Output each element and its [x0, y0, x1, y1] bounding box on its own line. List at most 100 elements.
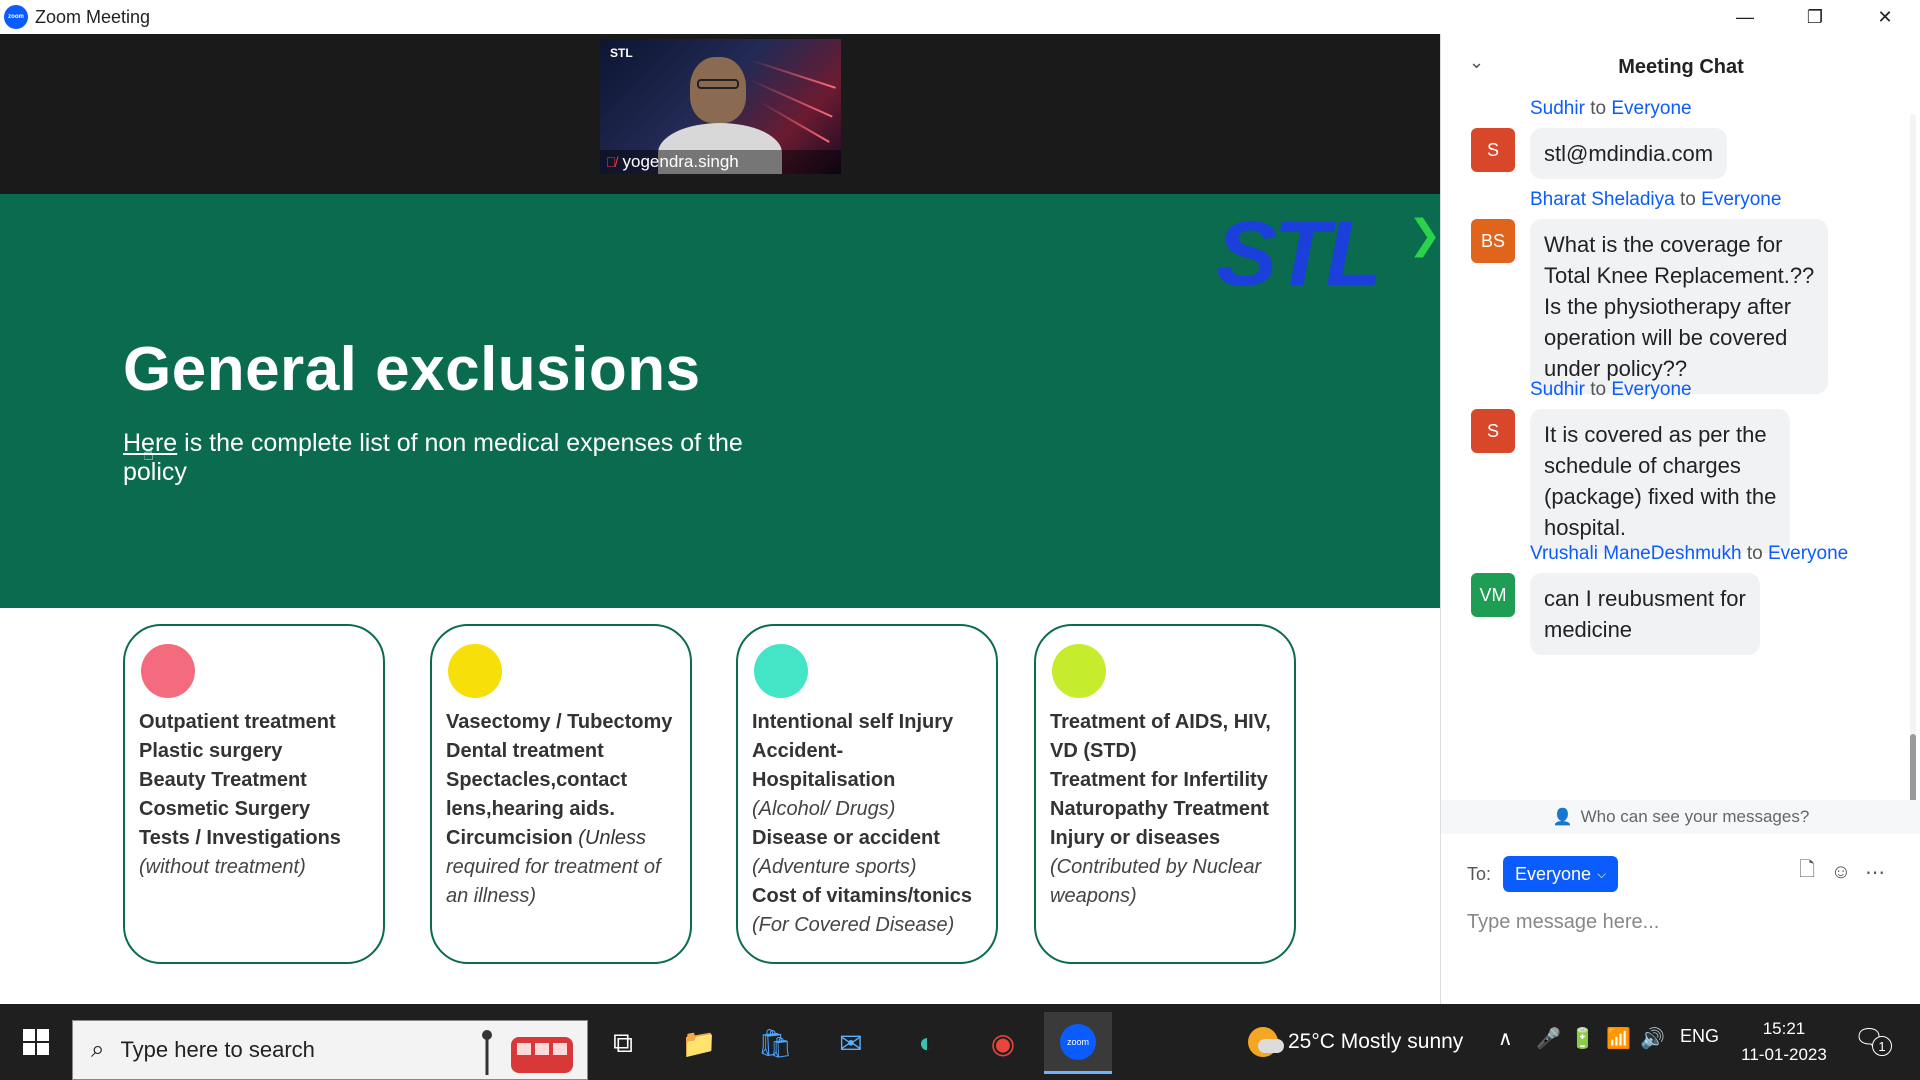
exclusion-cards: Outpatient treatment Plastic surgery Beaut… [0, 624, 1440, 964]
taskbar-search[interactable]: ⌕ [72, 1020, 588, 1080]
card-line: (Alcohol/ Drugs) [752, 798, 896, 820]
chevron-down-icon: ⌵ [1597, 866, 1607, 881]
sender-name[interactable]: Vrushali ManeDeshmukh [1530, 543, 1742, 564]
message-text: Is the physiotherapy after [1544, 294, 1792, 319]
card-line: Beauty Treatment [139, 769, 307, 791]
wifi-icon[interactable]: 📶 [1606, 1026, 1631, 1051]
sender-name[interactable]: Sudhir [1530, 98, 1585, 119]
window-titlebar: zoom Zoom Meeting — ❐ ✕ [0, 0, 1920, 34]
recipient-dropdown[interactable]: Everyone ⌵ [1503, 856, 1619, 892]
who-can-see-link[interactable]: 👤 Who can see your messages? [1441, 800, 1920, 834]
start-button[interactable] [0, 1004, 72, 1080]
chat-scrollbar[interactable] [1910, 114, 1916, 834]
minimize-button[interactable]: — [1710, 0, 1780, 34]
chrome-icon[interactable]: ◉ [972, 1012, 1034, 1074]
avatar[interactable]: S [1471, 128, 1515, 172]
participant-name: yogendra.singh [622, 152, 739, 171]
message-bubble[interactable]: stl@mdindia.com [1530, 128, 1728, 179]
card-dot [448, 644, 502, 698]
window-controls: — ❐ ✕ [1710, 0, 1920, 34]
meeting-area: STL 🎙̸ yogendra.singh STL ❯ General excl… [0, 34, 1442, 1004]
card-line: Tests / Investigations [139, 827, 341, 849]
message-bubble[interactable]: It is covered as per the schedule of char… [1530, 409, 1791, 553]
recipient-name[interactable]: Everyone [1611, 379, 1691, 400]
chevron-up-icon[interactable]: ∧ [1498, 1026, 1513, 1051]
file-explorer-icon[interactable]: 📁 [668, 1012, 730, 1074]
participant-name-bar: 🎙̸ yogendra.singh [600, 150, 841, 174]
mail-icon[interactable]: ✉ [820, 1012, 882, 1074]
restore-button[interactable]: ❐ [1780, 0, 1850, 34]
edge-icon[interactable]: ◐ [896, 1012, 958, 1074]
card-line: lens,hearing aids. [446, 798, 615, 820]
clock-date: 11-01-2023 [1741, 1045, 1827, 1064]
taskbar-search-input[interactable] [120, 1037, 421, 1063]
video-strip: STL 🎙̸ yogendra.singh [0, 34, 1440, 194]
message-text: hospital. [1544, 515, 1626, 540]
message-text: can I reubusment for [1544, 586, 1746, 611]
avatar[interactable]: BS [1471, 219, 1515, 263]
more-icon[interactable]: ⋯ [1863, 860, 1887, 884]
hand-cursor-icon: ☝ [143, 444, 154, 464]
notification-count: 1 [1872, 1036, 1892, 1056]
message-text: schedule of charges [1544, 453, 1741, 478]
sender-name[interactable]: Bharat Sheladiya [1530, 189, 1675, 210]
card-line: Injury or diseases [1050, 827, 1221, 849]
recipient-name[interactable]: Everyone [1701, 189, 1781, 210]
weather-widget[interactable]: 25°C Mostly sunny [1248, 1016, 1463, 1068]
close-button[interactable]: ✕ [1850, 0, 1920, 34]
card-line: (Adventure sports) [752, 856, 917, 878]
message-bubble[interactable]: can I reubusment for medicine [1530, 573, 1760, 655]
task-view-icon[interactable]: ⧉ [592, 1012, 654, 1074]
recipient-name[interactable]: Everyone [1768, 543, 1848, 564]
battery-icon[interactable]: 🔋 [1570, 1026, 1595, 1051]
card-line: an illness) [446, 885, 537, 907]
file-icon[interactable]: 🗋 [1795, 859, 1819, 884]
card-line: Cost of vitamins/tonics [752, 885, 973, 907]
card-line: Outpatient treatment [139, 711, 336, 733]
mic-muted-icon: 🎙̸ [606, 154, 617, 170]
slide-subtitle: Here is the complete list of non medical… [123, 429, 783, 487]
recipient-row: To: Everyone ⌵ 🗋 ☺ ⋯ [1441, 854, 1920, 892]
card-line: Dental treatment [446, 740, 604, 762]
sender-name[interactable]: Sudhir [1530, 379, 1585, 400]
language-indicator[interactable]: ENG [1680, 1026, 1719, 1047]
card-line: Treatment of AIDS, HIV, [1050, 711, 1271, 733]
window-title: Zoom Meeting [35, 6, 151, 27]
to-label: To: [1467, 864, 1492, 884]
message-sender-line: Bharat Sheladiya to Everyone [1530, 189, 1782, 210]
message-text: stl@mdindia.com [1544, 141, 1714, 166]
shared-slide: STL ❯ General exclusions Here is the com… [0, 194, 1442, 1004]
microphone-icon[interactable]: 🎤 [1536, 1026, 1561, 1051]
chat-header: ⌄ Meeting Chat [1441, 34, 1920, 104]
zoom-icon[interactable]: zoom [1044, 1012, 1112, 1074]
message-sender-line: Sudhir to Everyone [1530, 379, 1692, 400]
recipient-name[interactable]: Everyone [1611, 98, 1691, 119]
person-lock-icon: 👤 [1552, 809, 1573, 826]
message-text: medicine [1544, 617, 1633, 642]
avatar[interactable]: VM [1471, 573, 1515, 617]
message-text: It is covered as per the [1544, 422, 1767, 447]
microsoft-store-icon[interactable]: 🛍 [744, 1012, 806, 1074]
partly-sunny-icon [1248, 1027, 1284, 1057]
participant-video-tile[interactable]: STL 🎙̸ yogendra.singh [600, 39, 841, 174]
windows-taskbar: ⌕ ⧉ 📁 🛍 ✉ ◐ ◉ zoom 25°C Mostly sunny ∧ 🎤… [0, 1004, 1920, 1080]
card-line: Disease or accident [752, 827, 940, 849]
avatar[interactable]: S [1471, 409, 1515, 453]
card-line: weapons) [1050, 885, 1137, 907]
participant-head [690, 57, 746, 123]
slide-header-band: STL ❯ General exclusions Here is the com… [0, 194, 1442, 608]
volume-icon[interactable]: 🔊 [1640, 1026, 1665, 1051]
message-text: (package) fixed with the [1544, 484, 1777, 509]
message-text: Total Knee Replacement.?? [1544, 263, 1815, 288]
chat-message-input[interactable] [1467, 904, 1897, 940]
emoji-icon[interactable]: ☺ [1829, 860, 1853, 884]
card-line: (For Covered Disease) [752, 914, 955, 936]
windows-logo-icon [23, 1029, 49, 1055]
system-clock[interactable]: 15:21 11-01-2023 [1734, 1016, 1834, 1068]
exclusion-card: Outpatient treatment Plastic surgery Beaut… [123, 624, 385, 964]
card-line: VD (STD) [1050, 740, 1137, 762]
card-line: Treatment for Infertility [1050, 769, 1268, 791]
notification-icon[interactable]: 🗨 1 [1854, 1024, 1892, 1056]
card-line: Accident-Hospitalisation [752, 740, 896, 791]
message-bubble[interactable]: What is the coverage for Total Knee Repla… [1530, 219, 1829, 394]
